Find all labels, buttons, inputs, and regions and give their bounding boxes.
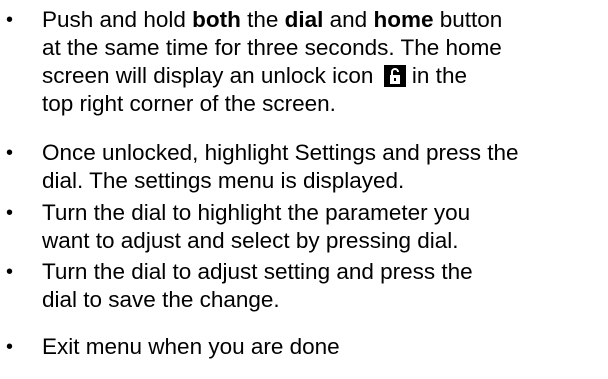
text-line: want to adjust and select by pressing di… [42,228,459,253]
emphasis-text: home [373,7,434,32]
list-item-text: Turn the dial to highlight the parameter… [42,199,604,255]
bullet-marker: • [6,142,14,164]
bullet-marker: • [6,9,14,31]
list-item-text: Push and hold both the dial and home but… [42,6,604,118]
list-item-text: Once unlocked, highlight Settings and pr… [42,139,604,195]
text-line: dial to save the change. [42,287,280,312]
bullet-marker: • [6,336,14,358]
text-line: dial. The settings menu is displayed. [42,168,405,193]
list-item-text: Exit menu when you are done [42,333,604,361]
text-line: Exit menu when you are done [42,334,340,359]
emphasis-text: dial [284,7,324,32]
text-line: screen will display an unlock icon in th… [42,63,467,88]
text-line: Push and hold both the dial and home but… [42,7,503,32]
text-line: at the same time for three seconds. The … [42,35,502,60]
text-line: Once unlocked, highlight Settings and pr… [42,140,519,165]
bullet-marker: • [6,261,14,283]
bullet-marker: • [6,202,14,224]
unlock-icon [383,65,406,87]
text-line: top right corner of the screen. [42,91,336,116]
text-line: Turn the dial to adjust setting and pres… [42,259,473,284]
text-line: Turn the dial to highlight the parameter… [42,200,471,225]
list-item-text: Turn the dial to adjust setting and pres… [42,258,604,314]
emphasis-text: both [192,7,241,32]
